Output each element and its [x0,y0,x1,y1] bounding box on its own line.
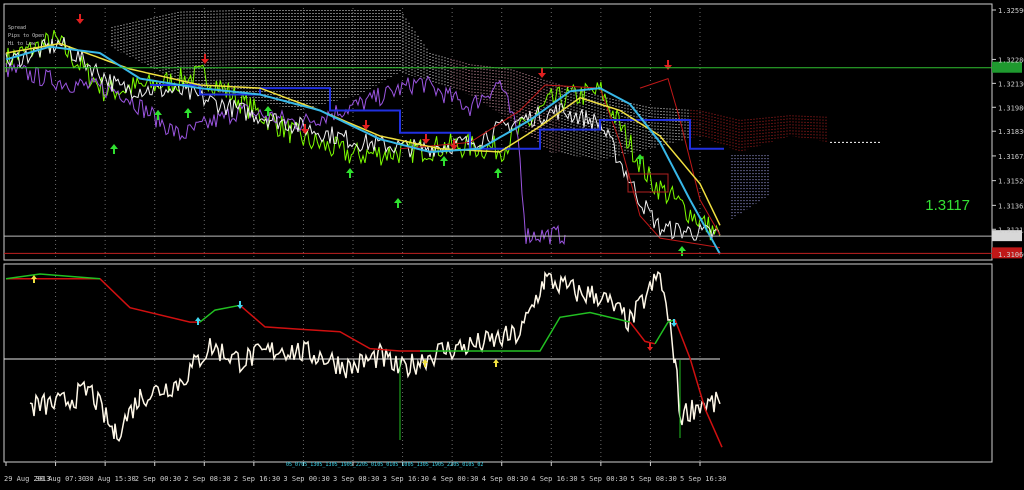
price-axis-label: 1.31215 [998,226,1024,234]
price-axis-label: 1.31365 [998,202,1024,210]
mini-label: Hi to Low [8,41,36,47]
tiny-time-label: 05_07 [286,462,301,468]
main-panel-border [3,3,993,261]
price-axis-label: 1.32280 [998,56,1024,64]
tiny-time-label: 05_13 [408,462,423,468]
tiny-time-label: 05_01 [362,462,377,468]
time-axis-label: 5 Sep 00:30 [581,475,627,483]
time-axis-label: 30 Aug 07:30 [36,475,87,483]
text-layer: 29 Aug 201330 Aug 07:3030 Aug 15:302 Sep… [4,7,1024,483]
sub-ma-green [199,304,241,323]
tiny-time-label: 05_22 [438,462,453,468]
price-axis-label: 1.32130 [998,80,1024,88]
mini-label: Pips to Open [8,33,44,39]
sub-ma-red [629,321,656,345]
tiny-time-label: 05_13 [301,462,316,468]
time-axis-label: 4 Sep 00:30 [432,475,478,483]
sub-price-line [29,270,721,442]
sub-up-arrow-icon [31,275,37,283]
price-axis-label: 1.31675 [998,153,1024,161]
tiny-time-label: 05_10 [392,462,407,468]
sell-arrow-icon [538,68,546,78]
axes-layer [5,9,1022,466]
time-axis-label: 2 Sep 00:30 [135,475,181,483]
subwindow-layer [4,270,723,448]
buy-arrow-icon [394,198,402,208]
time-axis-label: 3 Sep 16:30 [383,475,429,483]
price-axis-label: 1.31830 [998,128,1024,136]
sub-ma-red [674,319,723,448]
yellow-ma-line [5,42,721,226]
price-axis-label: 1.31980 [998,104,1024,112]
sub-ma-red [239,304,420,352]
tiny-time-label: 05_22 [347,462,362,468]
time-axis-label: 5 Sep 16:30 [680,475,726,483]
time-axis-label: 2 Sep 08:30 [184,475,230,483]
buy-arrow-icon [678,246,686,256]
sub-up-arrow-icon [493,359,499,367]
price-axis-label: 1.31060 [998,251,1024,259]
mini-label: Spread [8,25,26,31]
sell-arrow-icon [422,134,430,144]
chart-canvas[interactable]: 29 Aug 201330 Aug 07:3030 Aug 15:302 Sep… [0,0,1024,486]
tiny-time-label: 05_01 [377,462,392,468]
tiny-time-label: 05_19 [332,462,347,468]
time-axis-label: 4 Sep 16:30 [531,475,577,483]
signal-arrows-layer [76,14,686,256]
trading-chart-window: 29 Aug 2013 30 Aug 07:30 30 Aug 15:30 2 Sep… [0,0,1024,486]
sub-ma-red [6,278,200,323]
buy-arrow-icon [494,168,502,178]
sub-down-arrow-icon [647,343,653,351]
buy-arrow-icon [110,144,118,154]
ichimoku-cloud [111,10,880,219]
price-axis-label: 1.32590 [998,7,1024,15]
time-axis-label: 4 Sep 08:30 [482,475,528,483]
sell-arrow-icon [76,14,84,24]
sell-arrow-icon [664,60,672,70]
time-axis-label: 3 Sep 00:30 [283,475,329,483]
tiny-time-label: 05_01 [453,462,468,468]
tiny-time-label: 05_13 [316,462,331,468]
tiny-time-label: 05_02 [468,462,483,468]
current-price-display: 1.3117 [925,197,970,214]
time-axis-label: 2 Sep 16:30 [234,475,280,483]
time-axis-label: 30 Aug 15:30 [85,475,136,483]
time-axis-label: 5 Sep 08:30 [630,475,676,483]
time-axis-label: 3 Sep 08:30 [333,475,379,483]
buy-arrow-icon [440,156,448,166]
buy-arrow-icon [184,108,192,118]
tiny-time-label: 05_19 [423,462,438,468]
price-axis-label: 1.31520 [998,178,1024,186]
horizontal-levels-layer [4,67,992,254]
sub-up-arrow-icon [195,317,201,325]
